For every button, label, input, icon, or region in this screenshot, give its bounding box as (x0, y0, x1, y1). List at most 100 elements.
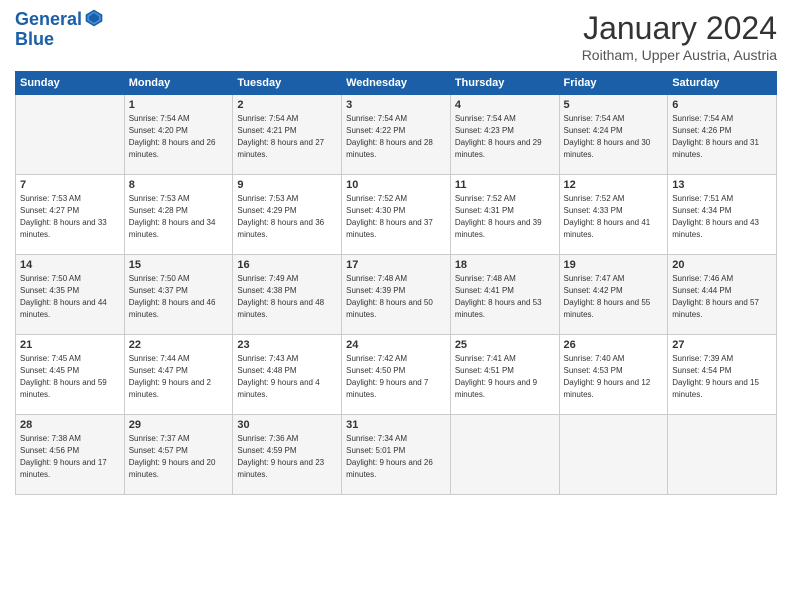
day-info: Sunrise: 7:54 AMSunset: 4:23 PMDaylight:… (455, 113, 555, 161)
calendar-cell: 8 Sunrise: 7:53 AMSunset: 4:28 PMDayligh… (124, 175, 233, 255)
calendar-cell: 17 Sunrise: 7:48 AMSunset: 4:39 PMDaylig… (342, 255, 451, 335)
day-info: Sunrise: 7:38 AMSunset: 4:56 PMDaylight:… (20, 433, 120, 481)
calendar-cell: 16 Sunrise: 7:49 AMSunset: 4:38 PMDaylig… (233, 255, 342, 335)
day-info: Sunrise: 7:51 AMSunset: 4:34 PMDaylight:… (672, 193, 772, 241)
day-number: 15 (129, 259, 229, 271)
calendar-week-1: 1 Sunrise: 7:54 AMSunset: 4:20 PMDayligh… (16, 95, 777, 175)
header-row: Sunday Monday Tuesday Wednesday Thursday… (16, 72, 777, 95)
day-info: Sunrise: 7:54 AMSunset: 4:21 PMDaylight:… (237, 113, 337, 161)
logo-subtext: Blue (15, 30, 104, 50)
calendar-cell: 23 Sunrise: 7:43 AMSunset: 4:48 PMDaylig… (233, 335, 342, 415)
day-number: 22 (129, 339, 229, 351)
day-number: 13 (672, 179, 772, 191)
day-info: Sunrise: 7:46 AMSunset: 4:44 PMDaylight:… (672, 273, 772, 321)
day-info: Sunrise: 7:53 AMSunset: 4:28 PMDaylight:… (129, 193, 229, 241)
day-number: 25 (455, 339, 555, 351)
calendar-cell: 5 Sunrise: 7:54 AMSunset: 4:24 PMDayligh… (559, 95, 668, 175)
calendar-cell: 25 Sunrise: 7:41 AMSunset: 4:51 PMDaylig… (450, 335, 559, 415)
calendar-cell (16, 95, 125, 175)
calendar-cell: 31 Sunrise: 7:34 AMSunset: 5:01 PMDaylig… (342, 415, 451, 495)
day-info: Sunrise: 7:34 AMSunset: 5:01 PMDaylight:… (346, 433, 446, 481)
calendar-week-2: 7 Sunrise: 7:53 AMSunset: 4:27 PMDayligh… (16, 175, 777, 255)
calendar-cell (668, 415, 777, 495)
day-info: Sunrise: 7:40 AMSunset: 4:53 PMDaylight:… (564, 353, 664, 401)
day-number: 5 (564, 99, 664, 111)
day-info: Sunrise: 7:37 AMSunset: 4:57 PMDaylight:… (129, 433, 229, 481)
day-number: 31 (346, 419, 446, 431)
calendar-cell: 9 Sunrise: 7:53 AMSunset: 4:29 PMDayligh… (233, 175, 342, 255)
calendar-cell: 11 Sunrise: 7:52 AMSunset: 4:31 PMDaylig… (450, 175, 559, 255)
logo-text: General (15, 10, 82, 30)
header-wednesday: Wednesday (342, 72, 451, 95)
header-friday: Friday (559, 72, 668, 95)
calendar-cell: 3 Sunrise: 7:54 AMSunset: 4:22 PMDayligh… (342, 95, 451, 175)
location-subtitle: Roitham, Upper Austria, Austria (582, 47, 777, 63)
calendar-week-5: 28 Sunrise: 7:38 AMSunset: 4:56 PMDaylig… (16, 415, 777, 495)
day-number: 2 (237, 99, 337, 111)
day-number: 3 (346, 99, 446, 111)
day-info: Sunrise: 7:39 AMSunset: 4:54 PMDaylight:… (672, 353, 772, 401)
day-info: Sunrise: 7:53 AMSunset: 4:29 PMDaylight:… (237, 193, 337, 241)
day-number: 14 (20, 259, 120, 271)
day-info: Sunrise: 7:54 AMSunset: 4:24 PMDaylight:… (564, 113, 664, 161)
day-info: Sunrise: 7:41 AMSunset: 4:51 PMDaylight:… (455, 353, 555, 401)
day-number: 19 (564, 259, 664, 271)
calendar-cell: 28 Sunrise: 7:38 AMSunset: 4:56 PMDaylig… (16, 415, 125, 495)
header-sunday: Sunday (16, 72, 125, 95)
day-number: 29 (129, 419, 229, 431)
day-info: Sunrise: 7:44 AMSunset: 4:47 PMDaylight:… (129, 353, 229, 401)
logo: General Blue (15, 10, 104, 50)
day-info: Sunrise: 7:54 AMSunset: 4:26 PMDaylight:… (672, 113, 772, 161)
day-info: Sunrise: 7:36 AMSunset: 4:59 PMDaylight:… (237, 433, 337, 481)
day-number: 17 (346, 259, 446, 271)
page: General Blue January 2024 Roitham, Upper… (0, 0, 792, 612)
calendar-cell: 15 Sunrise: 7:50 AMSunset: 4:37 PMDaylig… (124, 255, 233, 335)
logo-icon (84, 8, 104, 28)
calendar-week-4: 21 Sunrise: 7:45 AMSunset: 4:45 PMDaylig… (16, 335, 777, 415)
day-number: 12 (564, 179, 664, 191)
day-number: 16 (237, 259, 337, 271)
day-number: 24 (346, 339, 446, 351)
title-block: January 2024 Roitham, Upper Austria, Aus… (582, 10, 777, 63)
calendar-cell: 12 Sunrise: 7:52 AMSunset: 4:33 PMDaylig… (559, 175, 668, 255)
day-number: 21 (20, 339, 120, 351)
day-info: Sunrise: 7:52 AMSunset: 4:30 PMDaylight:… (346, 193, 446, 241)
day-number: 27 (672, 339, 772, 351)
calendar-cell: 29 Sunrise: 7:37 AMSunset: 4:57 PMDaylig… (124, 415, 233, 495)
day-info: Sunrise: 7:42 AMSunset: 4:50 PMDaylight:… (346, 353, 446, 401)
calendar-cell: 22 Sunrise: 7:44 AMSunset: 4:47 PMDaylig… (124, 335, 233, 415)
day-number: 26 (564, 339, 664, 351)
calendar-cell: 7 Sunrise: 7:53 AMSunset: 4:27 PMDayligh… (16, 175, 125, 255)
day-number: 8 (129, 179, 229, 191)
day-info: Sunrise: 7:47 AMSunset: 4:42 PMDaylight:… (564, 273, 664, 321)
month-title: January 2024 (582, 10, 777, 47)
day-info: Sunrise: 7:48 AMSunset: 4:41 PMDaylight:… (455, 273, 555, 321)
day-info: Sunrise: 7:48 AMSunset: 4:39 PMDaylight:… (346, 273, 446, 321)
calendar-cell (450, 415, 559, 495)
calendar-cell: 6 Sunrise: 7:54 AMSunset: 4:26 PMDayligh… (668, 95, 777, 175)
calendar-cell: 1 Sunrise: 7:54 AMSunset: 4:20 PMDayligh… (124, 95, 233, 175)
day-number: 11 (455, 179, 555, 191)
day-info: Sunrise: 7:53 AMSunset: 4:27 PMDaylight:… (20, 193, 120, 241)
calendar-cell: 30 Sunrise: 7:36 AMSunset: 4:59 PMDaylig… (233, 415, 342, 495)
day-info: Sunrise: 7:49 AMSunset: 4:38 PMDaylight:… (237, 273, 337, 321)
day-number: 20 (672, 259, 772, 271)
day-number: 9 (237, 179, 337, 191)
day-number: 30 (237, 419, 337, 431)
calendar-table: Sunday Monday Tuesday Wednesday Thursday… (15, 71, 777, 495)
calendar-cell (559, 415, 668, 495)
calendar-cell: 13 Sunrise: 7:51 AMSunset: 4:34 PMDaylig… (668, 175, 777, 255)
calendar-cell: 4 Sunrise: 7:54 AMSunset: 4:23 PMDayligh… (450, 95, 559, 175)
day-info: Sunrise: 7:50 AMSunset: 4:37 PMDaylight:… (129, 273, 229, 321)
header-monday: Monday (124, 72, 233, 95)
header-tuesday: Tuesday (233, 72, 342, 95)
day-number: 4 (455, 99, 555, 111)
day-info: Sunrise: 7:52 AMSunset: 4:31 PMDaylight:… (455, 193, 555, 241)
header-thursday: Thursday (450, 72, 559, 95)
calendar-cell: 10 Sunrise: 7:52 AMSunset: 4:30 PMDaylig… (342, 175, 451, 255)
day-info: Sunrise: 7:52 AMSunset: 4:33 PMDaylight:… (564, 193, 664, 241)
day-number: 1 (129, 99, 229, 111)
day-number: 18 (455, 259, 555, 271)
calendar-cell: 18 Sunrise: 7:48 AMSunset: 4:41 PMDaylig… (450, 255, 559, 335)
calendar-cell: 20 Sunrise: 7:46 AMSunset: 4:44 PMDaylig… (668, 255, 777, 335)
